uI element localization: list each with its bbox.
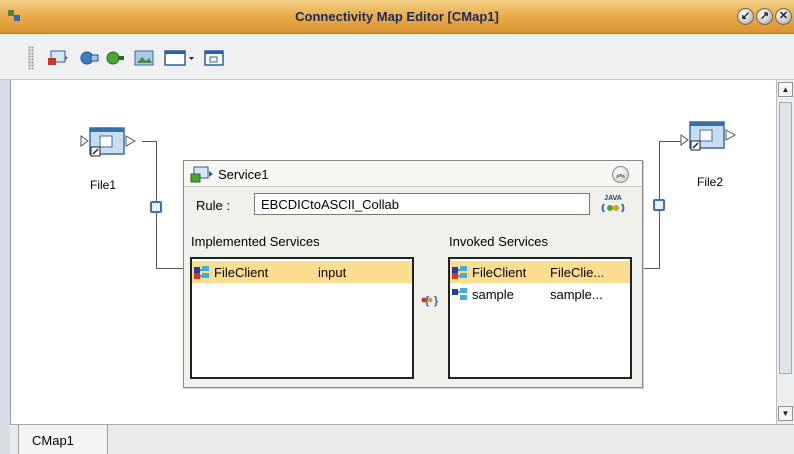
file-adapter-icon[interactable] <box>80 126 144 160</box>
mapping-icon[interactable]: { } <box>416 292 438 308</box>
window-title: Connectivity Map Editor [CMap1] <box>295 9 499 24</box>
external-system-label: File2 <box>697 175 724 189</box>
close-button[interactable]: ✕ <box>775 8 792 25</box>
service-title: Service1 <box>218 167 269 182</box>
java-collaboration-icon[interactable]: JAVA <box>599 191 627 217</box>
tab-bar: CMap1 <box>10 424 794 454</box>
scroll-up-button[interactable]: ▲ <box>778 82 793 97</box>
service-endpoint-icon <box>452 266 467 279</box>
add-adapter-icon[interactable] <box>104 48 126 68</box>
scroll-down-button[interactable]: ▼ <box>778 406 793 421</box>
toolbar-grip[interactable] <box>28 46 34 70</box>
service-panel[interactable]: Service1 ︽ Rule : EBCDICtoASCII_Collab J… <box>183 160 643 388</box>
svg-text:}: } <box>434 295 438 307</box>
svg-text:JAVA: JAVA <box>604 195 622 202</box>
left-frame <box>0 80 10 454</box>
connection-icon[interactable] <box>150 201 162 213</box>
implemented-services-list[interactable]: FileClient input <box>190 257 414 379</box>
scroll-thumb[interactable] <box>779 102 792 374</box>
invoked-services-list[interactable]: FileClient FileClie... sample sample... <box>448 257 632 379</box>
tab-cmap1[interactable]: CMap1 <box>18 425 108 454</box>
toolbar <box>0 34 794 80</box>
rule-field[interactable]: EBCDICtoASCII_Collab <box>254 193 590 215</box>
add-service-icon[interactable] <box>47 48 69 68</box>
collapse-button[interactable]: ︽ <box>612 166 629 183</box>
service-operation: FileClie... <box>550 265 605 280</box>
service-endpoint-icon <box>452 288 467 300</box>
vertical-scrollbar[interactable]: ▲ ▼ <box>776 80 794 424</box>
list-item[interactable]: sample sample... <box>450 283 630 305</box>
invoked-services-header: Invoked Services <box>449 234 548 249</box>
implemented-services-header: Implemented Services <box>191 234 320 249</box>
view-menu-icon[interactable] <box>163 48 197 68</box>
wire <box>640 268 660 269</box>
window-titlebar: Connectivity Map Editor [CMap1] ↙ ↗ ✕ <box>0 0 794 34</box>
rule-label: Rule : <box>196 198 230 213</box>
list-item[interactable]: FileClient input <box>192 261 412 283</box>
file-adapter-icon[interactable] <box>680 120 744 154</box>
service-icon <box>190 166 213 183</box>
service-name: sample <box>472 287 514 302</box>
wire <box>142 141 157 142</box>
new-window-icon[interactable] <box>203 48 225 68</box>
service-name: FileClient <box>214 265 269 280</box>
add-image-icon[interactable] <box>133 48 155 68</box>
add-connector-icon[interactable] <box>78 48 100 68</box>
connection-icon[interactable] <box>653 199 665 211</box>
service-operation: sample... <box>550 287 603 302</box>
service-header: Service1 ︽ <box>184 161 642 187</box>
external-system-label: File1 <box>90 178 117 192</box>
list-item[interactable]: FileClient FileClie... <box>450 261 630 283</box>
restore-button[interactable]: ↙ <box>737 8 754 25</box>
service-endpoint-icon <box>194 266 209 279</box>
service-name: FileClient <box>472 265 527 280</box>
service-operation: input <box>318 265 347 280</box>
maximize-button[interactable]: ↗ <box>756 8 773 25</box>
